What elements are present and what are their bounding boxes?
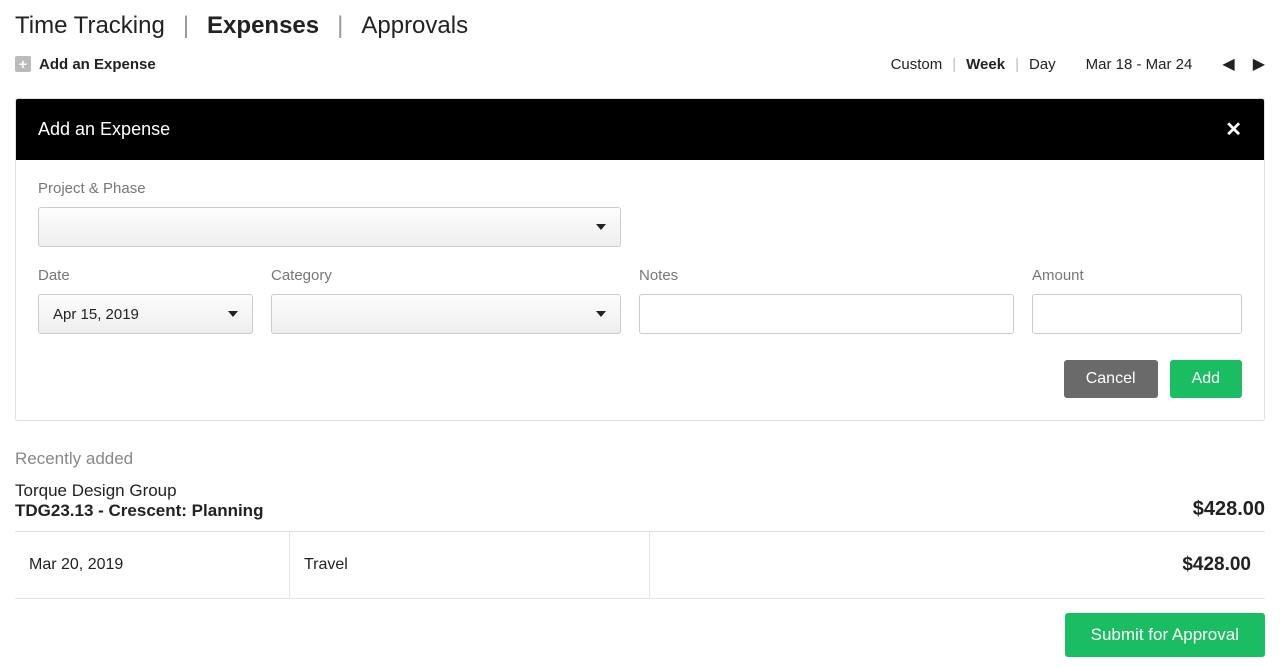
project-phase-select[interactable]	[38, 207, 621, 247]
date-field: Date Apr 15, 2019	[38, 267, 253, 334]
amount-label: Amount	[1032, 267, 1242, 284]
expense-category: Travel	[289, 532, 649, 598]
toolbar-right: Custom | Week | Day Mar 18 - Mar 24 ◀ ▶	[891, 54, 1265, 74]
amount-input[interactable]	[1032, 294, 1242, 334]
group-header-left: Torque Design Group TDG23.13 - Crescent:…	[15, 481, 263, 521]
submit-for-approval-button[interactable]: Submit for Approval	[1065, 613, 1265, 657]
expense-spacer	[649, 532, 1071, 598]
add-expense-panel: Add an Expense ✕ Project & Phase Date Ap…	[15, 98, 1265, 421]
notes-field: Notes	[639, 267, 1014, 334]
date-range: Mar 18 - Mar 24	[1086, 56, 1193, 73]
view-switch: Custom | Week | Day	[891, 56, 1056, 73]
chevron-down-icon	[228, 311, 238, 317]
panel-title: Add an Expense	[38, 119, 170, 140]
expense-group-header: Torque Design Group TDG23.13 - Crescent:…	[15, 481, 1265, 532]
add-expense-label: Add an Expense	[39, 56, 156, 73]
project-name: TDG23.13 - Crescent: Planning	[15, 501, 263, 521]
panel-header: Add an Expense ✕	[16, 99, 1264, 160]
plus-icon: +	[15, 56, 31, 72]
group-total: $428.00	[1193, 498, 1265, 521]
tab-expenses[interactable]: Expenses	[207, 12, 319, 40]
fields-row: Date Apr 15, 2019 Category Notes Amount	[38, 267, 1242, 334]
cancel-button[interactable]: Cancel	[1064, 360, 1158, 398]
next-arrow-icon[interactable]: ▶	[1253, 54, 1265, 74]
category-label: Category	[271, 267, 621, 284]
date-select[interactable]: Apr 15, 2019	[38, 294, 253, 334]
expense-row[interactable]: Mar 20, 2019 Travel $428.00	[15, 532, 1265, 599]
view-custom[interactable]: Custom	[891, 56, 943, 73]
expense-amount: $428.00	[1071, 554, 1251, 576]
date-nav: ◀ ▶	[1222, 54, 1265, 74]
add-expense-button[interactable]: + Add an Expense	[15, 56, 156, 73]
tab-time-tracking[interactable]: Time Tracking	[15, 12, 165, 40]
view-divider: |	[952, 56, 956, 73]
tab-divider: |	[183, 12, 189, 40]
notes-label: Notes	[639, 267, 1014, 284]
view-week[interactable]: Week	[966, 56, 1005, 73]
expense-date: Mar 20, 2019	[29, 556, 289, 574]
amount-field: Amount	[1032, 267, 1242, 334]
notes-input[interactable]	[639, 294, 1014, 334]
view-day[interactable]: Day	[1029, 56, 1056, 73]
tab-approvals[interactable]: Approvals	[361, 12, 468, 40]
date-label: Date	[38, 267, 253, 284]
tab-divider: |	[337, 12, 343, 40]
category-select[interactable]	[271, 294, 621, 334]
panel-body: Project & Phase Date Apr 15, 2019 Catego…	[16, 160, 1264, 420]
footer-actions: Submit for Approval	[15, 613, 1265, 657]
chevron-down-icon	[596, 311, 606, 317]
chevron-down-icon	[596, 224, 606, 230]
project-phase-label: Project & Phase	[38, 180, 1242, 197]
add-button[interactable]: Add	[1170, 360, 1242, 398]
client-name: Torque Design Group	[15, 481, 263, 501]
panel-actions: Cancel Add	[38, 360, 1242, 398]
view-divider: |	[1015, 56, 1019, 73]
category-field: Category	[271, 267, 621, 334]
prev-arrow-icon[interactable]: ◀	[1222, 54, 1234, 74]
close-icon[interactable]: ✕	[1225, 117, 1242, 142]
top-tabs: Time Tracking | Expenses | Approvals	[15, 10, 1265, 40]
recently-added-heading: Recently added	[15, 449, 1265, 469]
toolbar: + Add an Expense Custom | Week | Day Mar…	[15, 54, 1265, 74]
date-value: Apr 15, 2019	[53, 306, 139, 323]
